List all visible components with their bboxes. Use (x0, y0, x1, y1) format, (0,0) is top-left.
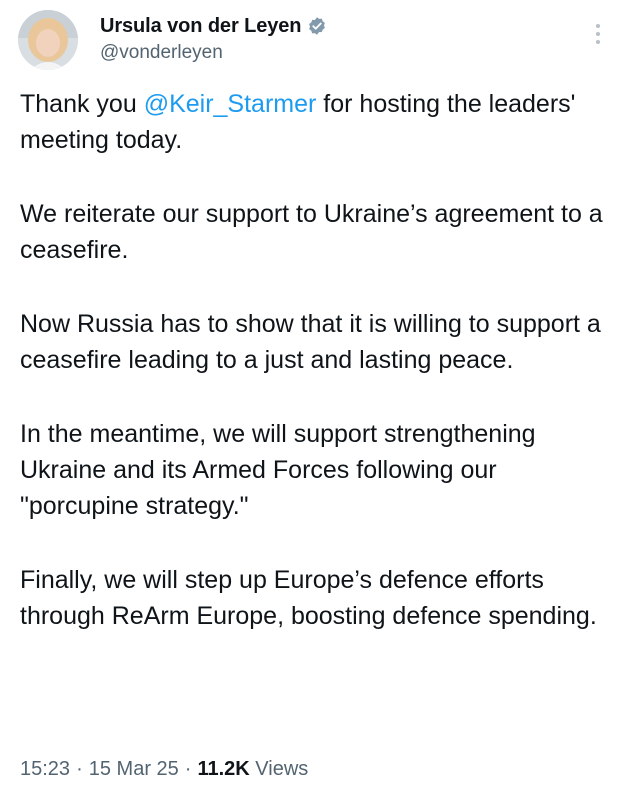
tweet-header: Ursula von der Leyen @vonderleyen (18, 10, 621, 76)
tweet-paragraph-4: In the meantime, we will support strengt… (20, 420, 536, 520)
author-identity: Ursula von der Leyen @vonderleyen (100, 12, 327, 64)
separator: · (184, 758, 192, 780)
tweet-date[interactable]: 15 Mar 25 (89, 758, 179, 780)
more-vertical-icon[interactable] (595, 24, 601, 48)
tweet-time[interactable]: 15:23 (20, 758, 70, 780)
mention-link[interactable]: @Keir_Starmer (144, 90, 317, 118)
tweet-paragraph-3: Now Russia has to show that it is willin… (20, 310, 601, 374)
tweet-body: Thank you @Keir_Starmer for hosting the … (20, 86, 620, 672)
name-row: Ursula von der Leyen (100, 12, 327, 40)
author-name[interactable]: Ursula von der Leyen (100, 15, 302, 38)
verified-badge-icon (307, 16, 327, 36)
tweet-paragraph-2: We reiterate our support to Ukraine’s ag… (20, 200, 603, 264)
avatar[interactable] (18, 10, 78, 70)
tweet-text: Thank you (20, 90, 144, 118)
tweet-paragraph-1: Thank you @Keir_Starmer for hosting the … (20, 86, 620, 158)
views-label: Views (255, 758, 309, 780)
views-count: 11.2K (197, 758, 250, 780)
tweet-paragraph-5: Finally, we will step up Europe’s defenc… (20, 566, 597, 630)
tweet-meta: 15:23 · 15 Mar 25 · 11.2K Views (20, 758, 308, 781)
author-handle[interactable]: @vonderleyen (100, 42, 327, 64)
separator: · (76, 758, 83, 780)
avatar-image (18, 10, 78, 70)
